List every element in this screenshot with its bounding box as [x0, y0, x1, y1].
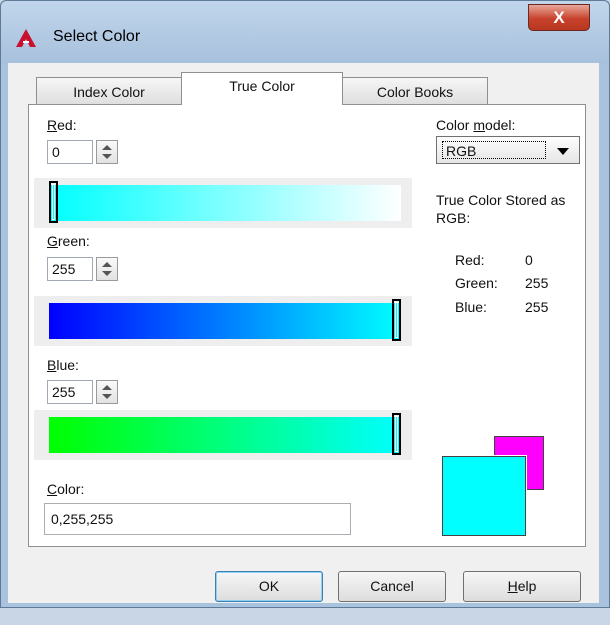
- blue-input[interactable]: 255: [47, 380, 93, 404]
- red-label: Red:: [47, 117, 77, 133]
- green-slider[interactable]: [34, 296, 412, 346]
- dropdown-arrow-icon: [557, 148, 569, 155]
- ok-button[interactable]: OK: [215, 571, 323, 602]
- color-value-field[interactable]: 0,255,255: [44, 503, 351, 535]
- green-spinner[interactable]: [96, 257, 118, 281]
- blue-slider-thumb[interactable]: [392, 413, 401, 455]
- spin-up-icon: [102, 145, 112, 150]
- spin-up-icon: [102, 385, 112, 390]
- new-color-swatch: [441, 455, 527, 537]
- stored-green-value: 255: [525, 275, 549, 291]
- green-input[interactable]: 255: [47, 257, 93, 281]
- tab-label: True Color: [229, 78, 295, 94]
- tab-index-color[interactable]: Index Color: [36, 77, 182, 105]
- green-gradient-bar: [49, 303, 401, 339]
- tab-color-books[interactable]: Color Books: [342, 77, 488, 105]
- tab-label: Color Books: [376, 84, 454, 100]
- color-label: Color:: [47, 481, 85, 497]
- spin-down-icon: [102, 271, 112, 276]
- stored-heading: True Color Stored as RGB:: [436, 192, 566, 226]
- spin-down-icon: [102, 394, 112, 399]
- stored-red-value: 0: [525, 252, 533, 268]
- red-slider[interactable]: [34, 178, 412, 228]
- red-slider-thumb[interactable]: [49, 181, 58, 223]
- blue-spinner[interactable]: [96, 380, 118, 404]
- blue-slider[interactable]: [34, 410, 412, 460]
- color-model-value: RGB: [442, 141, 546, 159]
- help-button[interactable]: Help: [463, 571, 581, 602]
- stored-red-name: Red:: [455, 252, 485, 268]
- stored-green-name: Green:: [455, 275, 498, 291]
- red-spinner[interactable]: [96, 140, 118, 164]
- cancel-button[interactable]: Cancel: [338, 571, 446, 602]
- stored-blue-name: Blue:: [455, 299, 487, 315]
- color-model-select[interactable]: RGB: [436, 136, 580, 164]
- red-gradient-bar: [49, 185, 401, 221]
- red-input[interactable]: 0: [47, 140, 93, 164]
- blue-gradient-bar: [49, 417, 401, 453]
- autocad-app-icon: [16, 29, 36, 47]
- title-bar[interactable]: Select Color X: [1, 1, 609, 63]
- tab-true-color[interactable]: True Color: [181, 72, 343, 105]
- close-icon: X: [553, 7, 565, 27]
- green-slider-thumb[interactable]: [392, 299, 401, 341]
- tab-label: Index Color: [73, 84, 145, 100]
- green-label: Green:: [47, 233, 90, 249]
- window-title: Select Color: [53, 28, 141, 45]
- stored-blue-value: 255: [525, 299, 549, 315]
- spin-down-icon: [102, 154, 112, 159]
- blue-label: Blue:: [47, 357, 79, 373]
- color-model-label: Color model:: [436, 117, 516, 133]
- close-button[interactable]: X: [528, 4, 590, 31]
- spin-up-icon: [102, 262, 112, 267]
